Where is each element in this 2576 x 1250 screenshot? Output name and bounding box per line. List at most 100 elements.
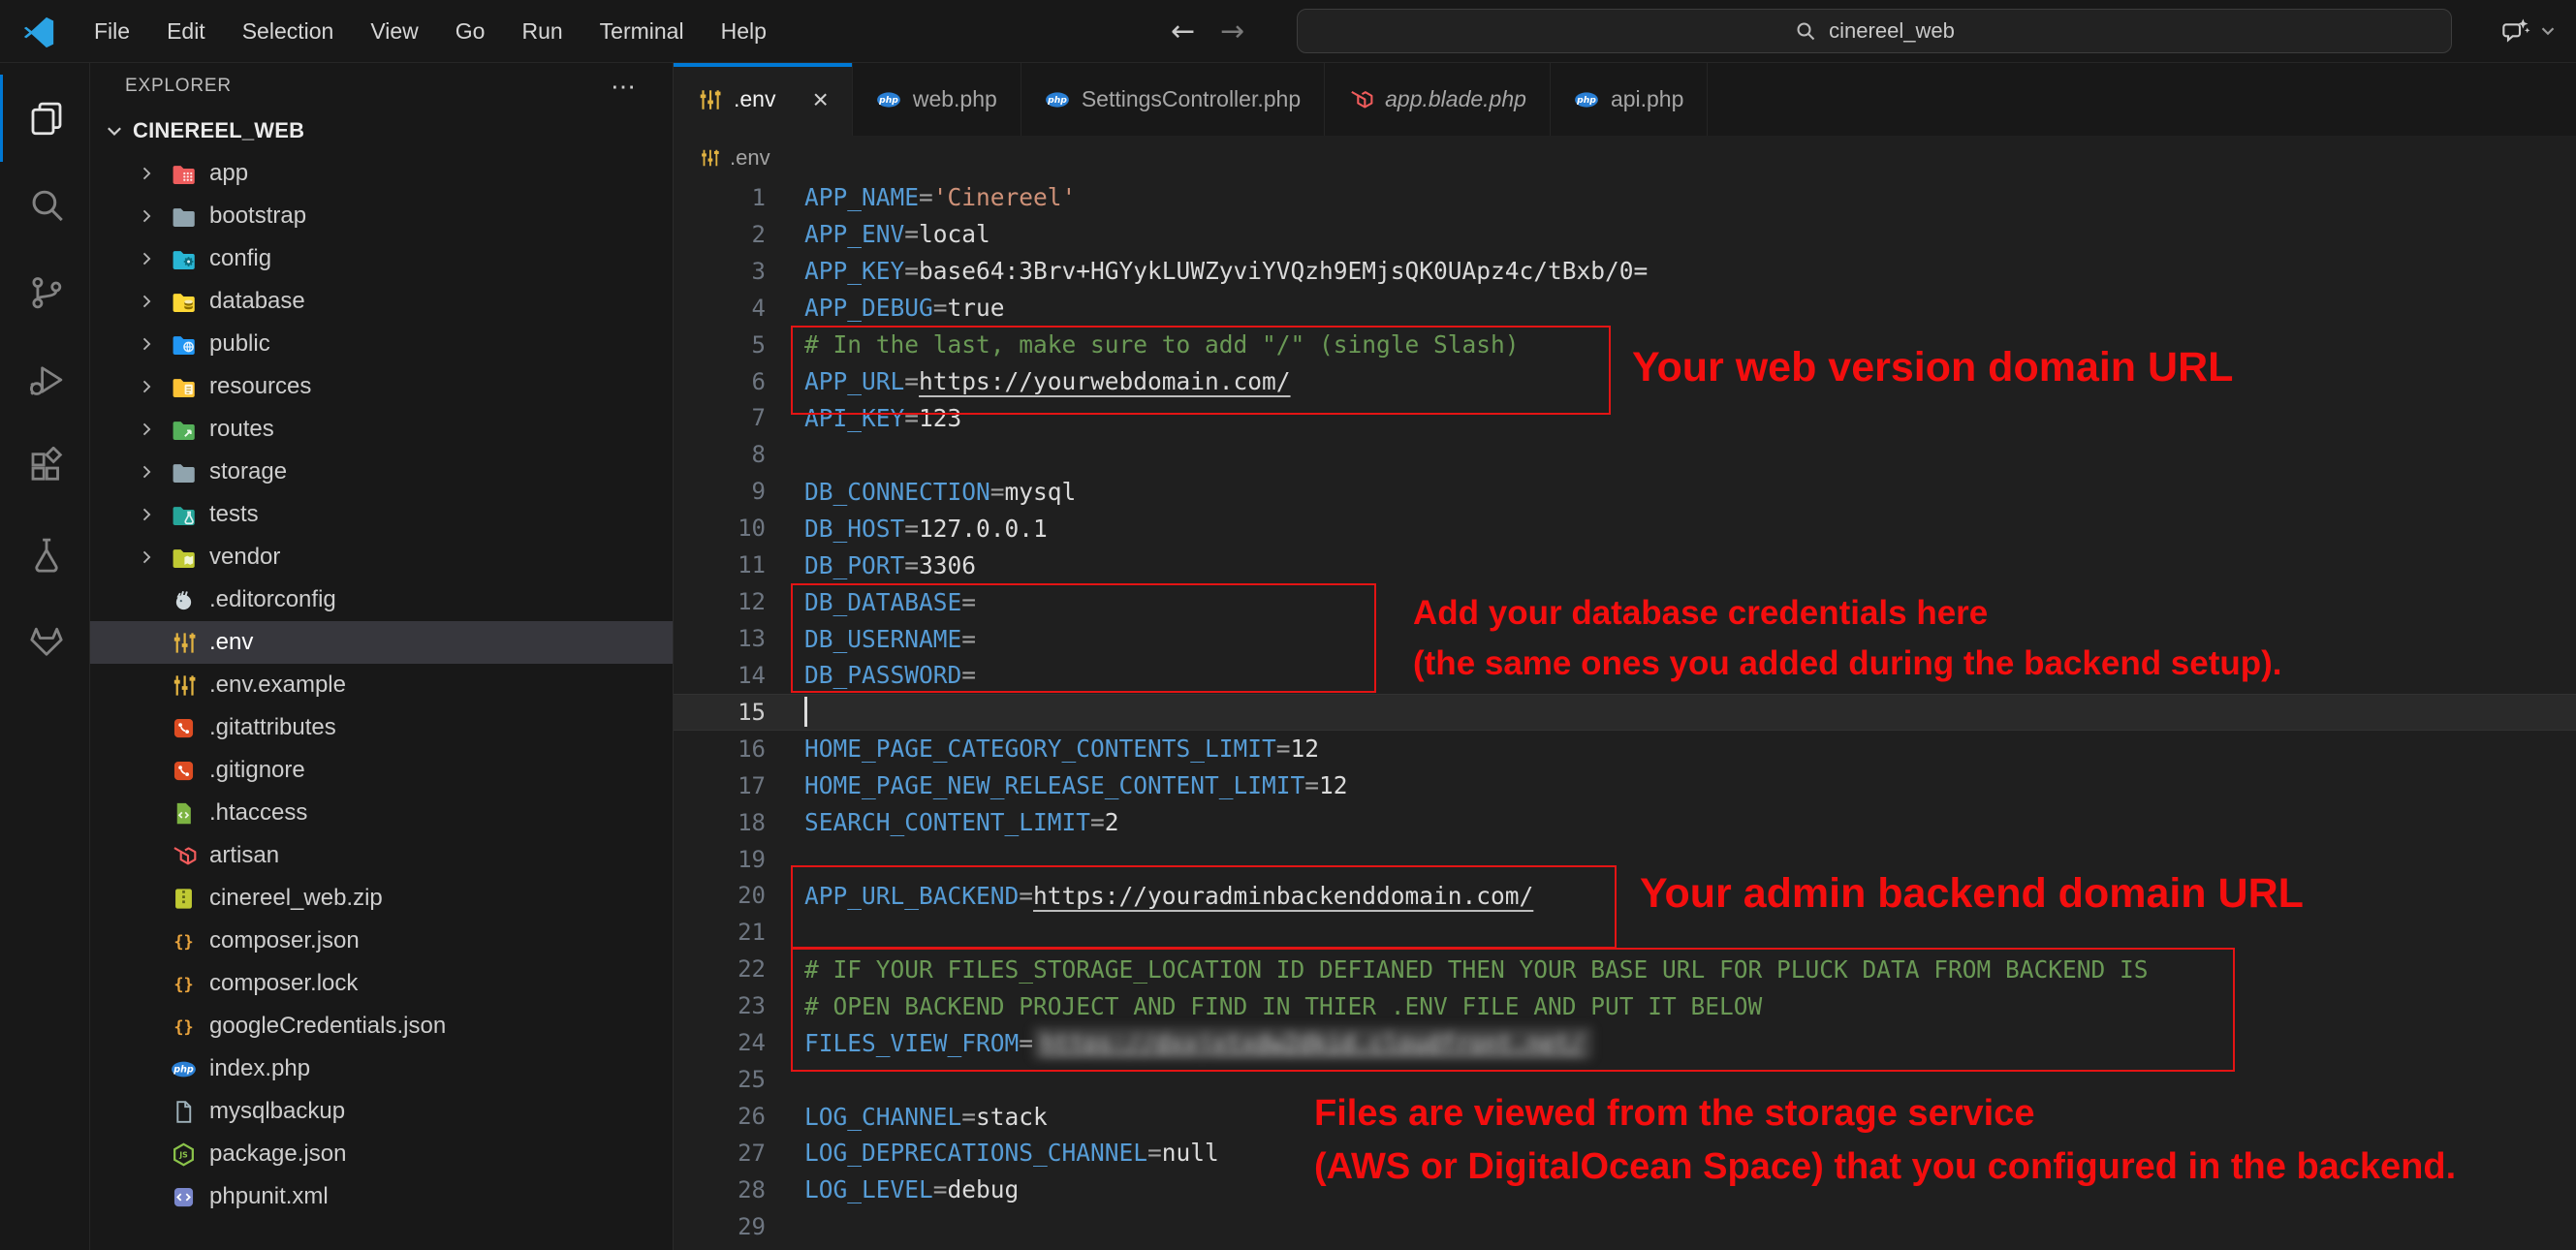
close-icon[interactable]: × [812,86,828,113]
tree-item-package-json[interactable]: JSpackage.json [90,1133,673,1175]
back-arrow-icon[interactable]: ← [1171,15,1195,48]
tree-item-storage[interactable]: storage [90,451,673,493]
tree-item--gitattributes[interactable]: .gitattributes [90,706,673,749]
activitybar-run-debug-icon[interactable] [0,336,89,423]
code-line-20: 20APP_URL_BACKEND=https://youradminbacke… [674,878,2576,915]
tree-item--env[interactable]: .env [90,621,673,664]
title-bar: FileEditSelectionViewGoRunTerminalHelp ←… [0,0,2576,63]
activitybar-gitlab-icon[interactable] [0,598,89,685]
token-o: = [904,220,919,248]
tree-item-routes[interactable]: routes [90,408,673,451]
line-number: 28 [674,1176,766,1203]
menu-run[interactable]: Run [503,18,581,45]
tree-item-index-php[interactable]: phpindex.php [90,1047,673,1090]
token-k: LOG_CHANNEL [804,1103,961,1131]
menu-view[interactable]: View [352,18,436,45]
chevron-down-icon[interactable] [2537,20,2559,42]
token-o: = [1090,808,1105,836]
line-content: FILES_VIEW_FROM=https://dxxjxtxdw2dkid.c… [804,1027,1592,1059]
tree-item-config[interactable]: config [90,237,673,280]
token-o: = [904,257,919,285]
line-number: 10 [674,515,766,542]
line-content: HOME_PAGE_NEW_RELEASE_CONTENT_LIMIT=12 [804,771,1348,799]
tab--env[interactable]: .env × [674,63,853,136]
code-line-21: 21 [674,914,2576,951]
tree-item-database[interactable]: database [90,280,673,323]
chevron-right-icon [137,292,156,311]
tree-item-composer-lock[interactable]: {}composer.lock [90,962,673,1005]
tree-item-bootstrap[interactable]: bootstrap [90,195,673,237]
tree-item--editorconfig[interactable]: .editorconfig [90,578,673,621]
env-settings-icon [699,147,720,169]
tree-item--htaccess[interactable]: .htaccess [90,792,673,834]
folder-storage-icon [170,458,197,485]
tree-item-label: package.json [209,1141,346,1168]
line-number: 15 [674,699,766,726]
line-number: 16 [674,735,766,763]
explorer-actions-icon[interactable]: ⋯ [611,81,636,91]
tree-item-label: .htaccess [209,799,307,827]
token-u: https://youradminbackenddomain.com/ [1033,882,1533,910]
activitybar-explorer-icon[interactable] [0,75,89,162]
tree-item-public[interactable]: public [90,323,673,365]
tree-item-cinereel-web-zip[interactable]: cinereel_web.zip [90,877,673,920]
tab-settingscontroller-php[interactable]: phpSettingsController.php [1021,63,1325,136]
token-o: = [919,183,933,211]
code-editor[interactable]: 1APP_NAME='Cinereel'2APP_ENV=local3APP_K… [674,179,2576,1250]
token-v: stack [976,1103,1048,1131]
copilot-chat-icon[interactable] [2500,16,2531,47]
menu-help[interactable]: Help [703,18,785,45]
code-line-7: 7API_KEY=123 [674,400,2576,437]
activitybar-search-icon[interactable] [0,162,89,249]
chevron-right-icon [137,334,156,354]
tree-item-label: .env.example [209,672,346,699]
tab-app-blade-php[interactable]: app.blade.php [1325,63,1551,136]
tree-item-label: composer.lock [209,970,358,997]
tree-item-mysqlbackup[interactable]: mysqlbackup [90,1090,673,1133]
token-k: DB_DATABASE [804,588,961,616]
breadcrumb[interactable]: .env [674,136,2576,179]
tree-item--env-example[interactable]: .env.example [90,664,673,706]
code-line-17: 17HOME_PAGE_NEW_RELEASE_CONTENT_LIMIT=12 [674,767,2576,804]
workspace-root[interactable]: CINEREEL_WEB [90,109,673,152]
tree-item-vendor[interactable]: vendor [90,536,673,578]
tree-item-label: mysqlbackup [209,1098,345,1125]
command-center-search[interactable]: cinereel_web [1297,9,2452,53]
line-number: 3 [674,258,766,285]
folder-resources-icon [170,373,197,400]
tree-item-googlecredentials-json[interactable]: {}googleCredentials.json [90,1005,673,1047]
activitybar-testing-icon[interactable] [0,511,89,598]
menu-terminal[interactable]: Terminal [581,18,703,45]
token-b: https://dxxjxtxdw2dkid.cloudfront.net/ [1033,1027,1592,1059]
tree-item-resources[interactable]: resources [90,365,673,408]
tab-web-php[interactable]: phpweb.php [853,63,1021,136]
svg-text:{}: {} [173,1016,193,1036]
folder-vendor-icon [170,544,197,571]
tab-label: .env [734,86,775,112]
activitybar-extensions-icon[interactable] [0,423,89,511]
menu-file[interactable]: File [76,18,148,45]
tree-item-tests[interactable]: tests [90,493,673,536]
code-line-25: 25 [674,1061,2576,1098]
menu-selection[interactable]: Selection [224,18,353,45]
token-v: 12 [1319,771,1348,799]
forward-arrow-icon[interactable]: → [1220,15,1244,48]
line-content: DB_HOST=127.0.0.1 [804,515,1048,543]
tree-item-artisan[interactable]: artisan [90,834,673,877]
tree-item-label: public [209,330,270,358]
tree-item-app[interactable]: app [90,152,673,195]
file-tree: appbootstrapconfigdatabase public resource… [90,152,673,1218]
token-o: = [933,1175,948,1203]
tree-item-phpunit-xml[interactable]: phpunit.xml [90,1175,673,1218]
menu-edit[interactable]: Edit [148,18,224,45]
tab-api-php[interactable]: phpapi.php [1551,63,1708,136]
vscode-window: FileEditSelectionViewGoRunTerminalHelp ←… [0,0,2576,1250]
token-k: APP_ENV [804,220,904,248]
tree-item-composer-json[interactable]: {}composer.json [90,920,673,962]
tree-item--gitignore[interactable]: .gitignore [90,749,673,792]
activitybar-source-control-icon[interactable] [0,249,89,336]
menu-go[interactable]: Go [437,18,504,45]
line-content: # In the last, make sure to add "/" (sin… [804,330,1520,359]
line-number: 6 [674,368,766,395]
line-content: APP_ENV=local [804,220,990,248]
